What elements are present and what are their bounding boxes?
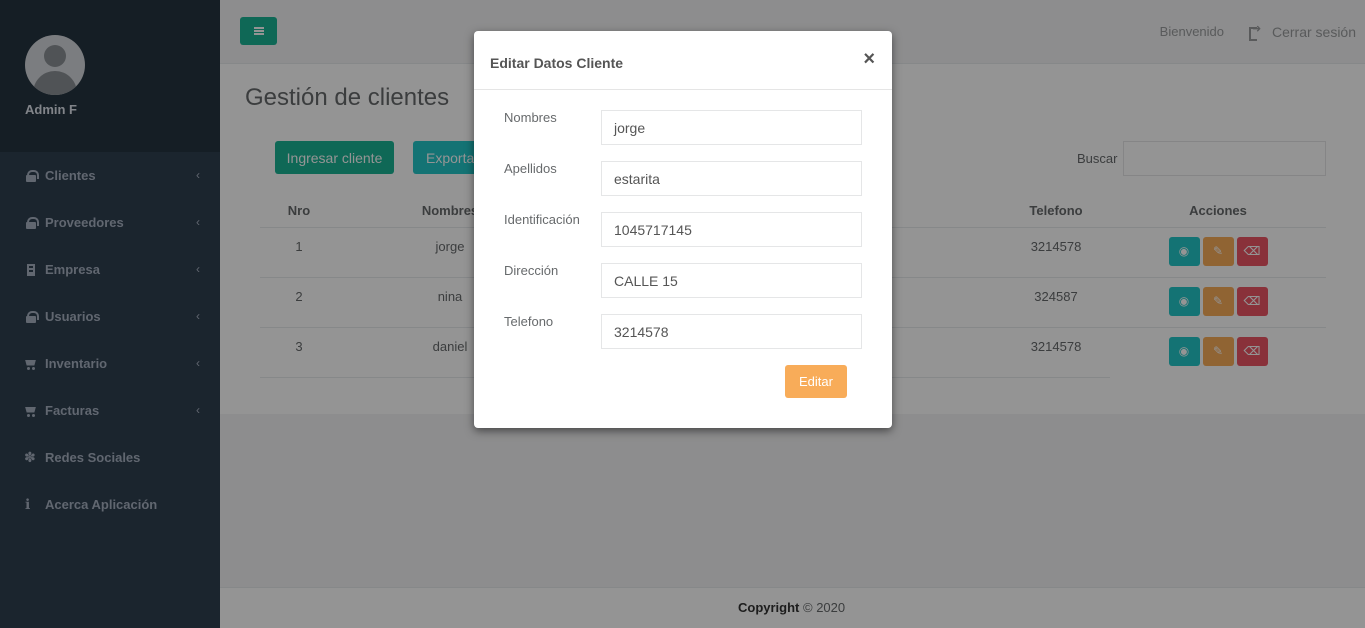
field-label: Dirección [504, 263, 559, 278]
modal-title: Editar Datos Cliente [490, 55, 624, 71]
edit-client-modal: Editar Datos Cliente × Nombres jorge Ape… [474, 31, 892, 428]
field-direccion: Dirección CALLE 15 [504, 263, 862, 298]
field-apellidos: Apellidos estarita [504, 161, 862, 196]
telefono-input[interactable]: 3214578 [601, 314, 862, 349]
close-icon[interactable]: × [863, 49, 875, 69]
nombres-input[interactable]: jorge [601, 110, 862, 145]
field-identificacion: Identificación 1045717145 [504, 212, 862, 247]
direccion-input[interactable]: CALLE 15 [601, 263, 862, 298]
apellidos-input[interactable]: estarita [601, 161, 862, 196]
field-label: Telefono [504, 314, 554, 329]
edit-submit-button[interactable]: Editar [785, 365, 847, 398]
identificacion-input[interactable]: 1045717145 [601, 212, 862, 247]
field-telefono: Telefono 3214578 [504, 314, 862, 349]
modal-header: Editar Datos Cliente × [474, 31, 892, 90]
field-label: Nombres [504, 110, 557, 125]
field-nombres: Nombres jorge [504, 110, 862, 145]
field-label: Identificación [504, 212, 580, 227]
field-label: Apellidos [504, 161, 557, 176]
